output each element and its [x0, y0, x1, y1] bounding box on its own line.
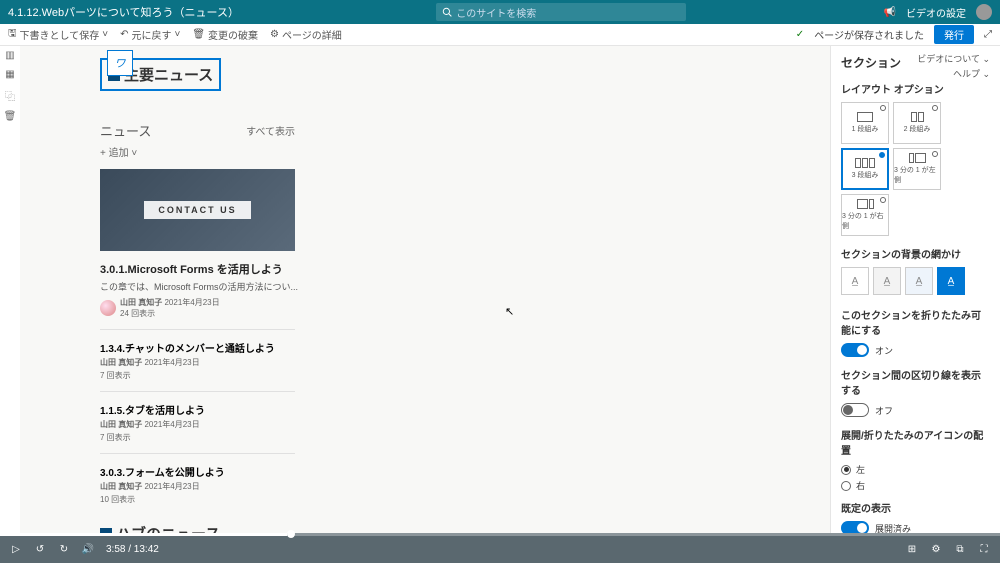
fullscreen-icon[interactable]: ⛶ [978, 544, 990, 556]
shade-neutral[interactable]: A̲ [873, 267, 901, 295]
progress-bar[interactable] [0, 533, 1000, 536]
hub-news-title: ハブのニュース [100, 523, 220, 533]
app-header: 4.1.12.Webパーツについて知ろう（ニュース） このサイトを検索 📢 ビデ… [0, 0, 1000, 24]
news-title[interactable]: 3.0.1.Microsoft Forms を活用しよう [100, 261, 830, 277]
news-heading: ニュース [100, 121, 151, 140]
page-title: 4.1.12.Webパーツについて知ろう（ニュース） [8, 4, 239, 20]
video-settings-link[interactable]: ビデオの設定 [906, 5, 966, 20]
layout-2col[interactable]: 2 段組み [893, 102, 941, 144]
add-news-link[interactable]: + 追加 ˅ [100, 144, 830, 159]
saved-status: ページが保存されました [814, 27, 924, 42]
list-item[interactable]: 3.0.3.フォームを公開しよう 山田 真知子 2021年4月23日 10 回表… [100, 464, 830, 505]
megaphone-icon[interactable]: 📢 [884, 7, 896, 18]
discard-button[interactable]: 🗑 変更の破棄 [192, 27, 258, 42]
webpart-badge[interactable]: ワ [107, 50, 133, 76]
undo-button[interactable]: ↶ 元に戻す ˅ [120, 27, 180, 42]
check-icon: ✓ [796, 29, 804, 40]
shading-label: セクションの背景の網かけ [841, 246, 990, 261]
shade-soft[interactable]: A̲ [905, 267, 933, 295]
command-bar: 🖫 下書きとして保存 ˅ ↶ 元に戻す ˅ 🗑 変更の破棄 ⚙ ページの詳細 ✓… [0, 24, 1000, 46]
list-item[interactable]: 1.1.5.タブを活用しよう 山田 真知子 2021年4月23日 7 回表示 [100, 402, 830, 443]
forward-icon[interactable]: ↻ [58, 544, 70, 556]
collapse-label: このセクションを折りたたみ可能にする [841, 307, 990, 337]
avatar[interactable] [976, 4, 992, 20]
list-item[interactable]: 1.3.4.チャットのメンバーと通話しよう 山田 真知子 2021年4月23日 … [100, 340, 830, 381]
news-views: 24 回表示 [120, 308, 220, 319]
show-all-link[interactable]: すべて表示 [246, 123, 295, 138]
search-placeholder: このサイトを検索 [456, 5, 536, 20]
image-overlay-text: CONTACT US [144, 201, 250, 219]
grid-icon[interactable]: ▦ [5, 69, 14, 80]
layout-options-label: レイアウト オプション [841, 81, 990, 96]
divider-toggle[interactable] [841, 403, 869, 417]
author-avatar [100, 300, 116, 316]
video-about-link[interactable]: ビデオについて ⌄ [917, 52, 990, 65]
layout-third-right[interactable]: 3 分の 1 が右側 [841, 194, 889, 236]
default-toggle[interactable] [841, 521, 869, 533]
copy-icon[interactable]: ⿻ [5, 88, 15, 103]
expand-icon[interactable]: ⤢ [984, 29, 992, 40]
divider [100, 391, 295, 392]
default-display-label: 既定の表示 [841, 500, 990, 515]
layout-3col[interactable]: 3 段組み [841, 148, 889, 190]
collapse-toggle[interactable] [841, 343, 869, 357]
radio-right[interactable] [841, 481, 851, 491]
search-box[interactable]: このサイトを検索 [436, 3, 686, 21]
video-time: 3:58 / 13:42 [106, 544, 159, 555]
page-canvas: 主要ニュース ニュース すべて表示 + 追加 ˅ CONTACT US 3.0.… [20, 46, 830, 533]
volume-icon[interactable]: 🔊 [82, 544, 94, 556]
radio-left[interactable] [841, 465, 851, 475]
delete-icon[interactable]: 🗑 [4, 111, 17, 122]
settings-icon[interactable]: ⚙ [930, 544, 942, 556]
news-title: 3.0.3.フォームを公開しよう [100, 464, 830, 479]
news-desc: この章では、Microsoft Formsの活用方法につい... [100, 280, 830, 293]
page-details-button[interactable]: ⚙ ページの詳細 [270, 27, 342, 42]
left-rail: ▥ ▦ ⿻ 🗑 [0, 46, 20, 533]
property-pane: ビデオについて ⌄ ヘルプ ⌄ セクション レイアウト オプション 1 段組み … [830, 46, 1000, 533]
news-author: 山田 真知子 [120, 298, 162, 307]
play-icon[interactable]: ▷ [10, 544, 22, 556]
help-link[interactable]: ヘルプ ⌄ [917, 67, 990, 80]
layout-icon[interactable]: ▥ [5, 50, 14, 61]
icon-position-label: 展開/折りたたみのアイコンの配置 [841, 427, 990, 457]
news-hero-image[interactable]: CONTACT US [100, 169, 295, 251]
news-date: 2021年4月23日 [164, 298, 219, 307]
publish-button[interactable]: 発行 [934, 25, 974, 44]
news-title: 1.1.5.タブを活用しよう [100, 402, 830, 417]
layout-third-left[interactable]: 3 分の 1 が左側 [893, 148, 941, 190]
video-controls: ▷ ↺ ↻ 🔊 3:58 / 13:42 ⊞ ⚙ ⧉ ⛶ [0, 533, 1000, 563]
divider [100, 329, 295, 330]
layout-1col[interactable]: 1 段組み [841, 102, 889, 144]
divider-label: セクション間の区切り線を表示する [841, 367, 990, 397]
search-icon [442, 7, 452, 17]
shade-strong[interactable]: A̲ [937, 267, 965, 295]
news-title: 1.3.4.チャットのメンバーと通話しよう [100, 340, 830, 355]
pip-icon[interactable]: ⧉ [954, 544, 966, 556]
divider [100, 453, 295, 454]
rewind-icon[interactable]: ↺ [34, 544, 46, 556]
shade-none[interactable]: A̲ [841, 267, 869, 295]
save-draft-button[interactable]: 🖫 下書きとして保存 ˅ [8, 26, 108, 43]
quality-icon[interactable]: ⊞ [906, 544, 918, 556]
